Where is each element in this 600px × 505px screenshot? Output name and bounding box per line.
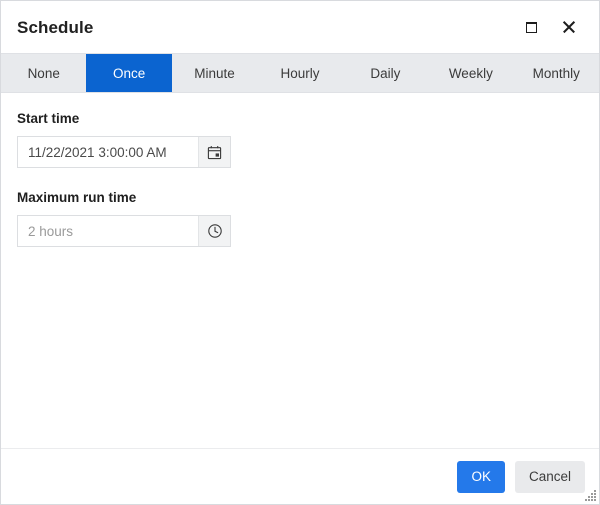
close-icon	[562, 20, 576, 34]
start-time-field-group: Start time	[17, 111, 583, 169]
tab-once[interactable]: Once	[86, 54, 172, 92]
maximum-run-time-field-group: Maximum run time	[17, 190, 583, 248]
titlebar-actions	[515, 12, 585, 42]
tab-hourly[interactable]: Hourly	[257, 54, 342, 92]
start-time-label: Start time	[17, 111, 80, 126]
tab-minute[interactable]: Minute	[172, 54, 257, 92]
schedule-dialog: Schedule None Once Minute Hourly Daily W…	[0, 0, 600, 505]
tab-none[interactable]: None	[1, 54, 86, 92]
dialog-body: Start time Maximum run time	[1, 93, 599, 448]
cancel-button[interactable]: Cancel	[514, 460, 585, 493]
dialog-titlebar: Schedule	[1, 1, 599, 53]
maximize-icon	[525, 21, 537, 33]
resize-grip-icon[interactable]	[584, 489, 597, 502]
tab-daily[interactable]: Daily	[343, 54, 428, 92]
maximum-run-time-input[interactable]	[18, 216, 198, 247]
maximum-run-time-label: Maximum run time	[17, 190, 137, 206]
tab-monthly[interactable]: Monthly	[514, 54, 599, 92]
calendar-picker-button[interactable]	[198, 137, 230, 168]
ok-button[interactable]: OK	[457, 460, 505, 493]
close-button[interactable]	[553, 12, 585, 42]
clock-icon	[207, 224, 222, 239]
start-time-input-wrap	[17, 136, 231, 169]
tab-weekly[interactable]: Weekly	[428, 54, 513, 92]
maximize-button[interactable]	[515, 12, 547, 42]
start-time-input[interactable]	[18, 137, 198, 168]
calendar-icon	[207, 145, 222, 159]
maximum-run-time-input-wrap	[17, 215, 231, 248]
dialog-footer: OK Cancel	[1, 448, 599, 504]
time-picker-button[interactable]	[198, 216, 230, 247]
schedule-tabs: None Once Minute Hourly Daily Weekly Mon…	[1, 53, 599, 93]
dialog-title: Schedule	[17, 17, 94, 37]
